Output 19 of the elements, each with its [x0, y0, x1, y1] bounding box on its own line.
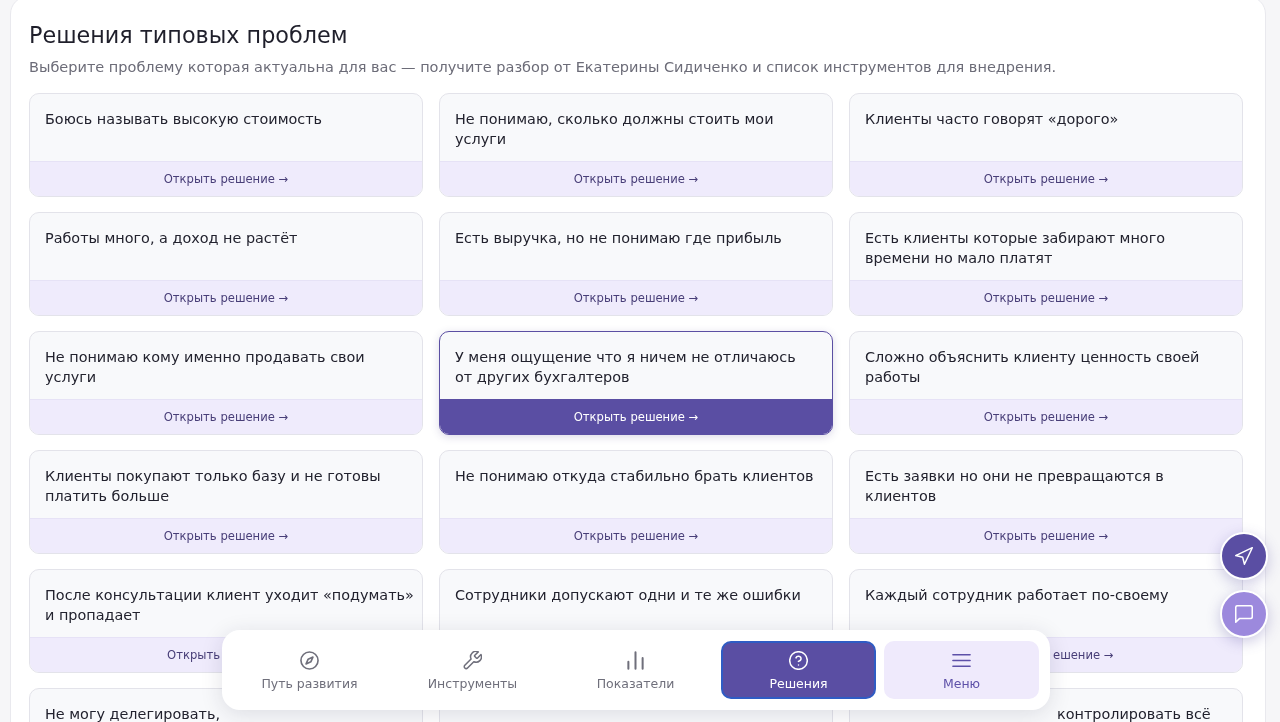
card-title: Клиенты покупают только базу и не готовы платить больше: [45, 467, 381, 506]
card-title: Есть клиенты которые забирают много времени но мало платят: [865, 229, 1166, 268]
card-title: Клиенты часто говорят «дорого»: [865, 110, 1119, 129]
card-title: У меня ощущение что я ничем не отличаюсь от других бухгалтеров: [455, 348, 796, 387]
card-title: После консультации клиент уходит «подумать» и пропадает: [45, 586, 414, 625]
card-title: Каждый сотрудник работает по-своему: [865, 586, 1169, 605]
card-title: Есть заявки но они не превращаются в клиентов: [865, 467, 1164, 506]
card-title: Работы много, а доход не растёт: [45, 229, 298, 248]
card-title: Есть выручка, но не понимаю где прибыль: [455, 229, 782, 248]
card-title: контролировать всё: [1057, 705, 1211, 722]
card-title: Боюсь называть высокую стоимость: [45, 110, 323, 129]
card-title: Не понимаю, сколько должны стоить мои услуги: [455, 110, 774, 149]
card-title: Не понимаю откуда стабильно брать клиентов: [455, 467, 814, 486]
card-title: Не понимаю кому именно продавать свои услуги: [45, 348, 365, 387]
card-title: Сотрудники допускают одни и те же ошибки: [455, 586, 801, 605]
page-subtitle: Выберите проблему которая актуальна для вас — получите разбор от Екатерины Сидиченко и список инструментов для внедрения.: [29, 58, 1058, 77]
card-title: Сложно объяснить клиенту ценность своей работы: [865, 348, 1200, 387]
page-title: Решения типовых проблем: [29, 21, 349, 50]
card-title: Не могу делегировать,: [45, 705, 220, 722]
